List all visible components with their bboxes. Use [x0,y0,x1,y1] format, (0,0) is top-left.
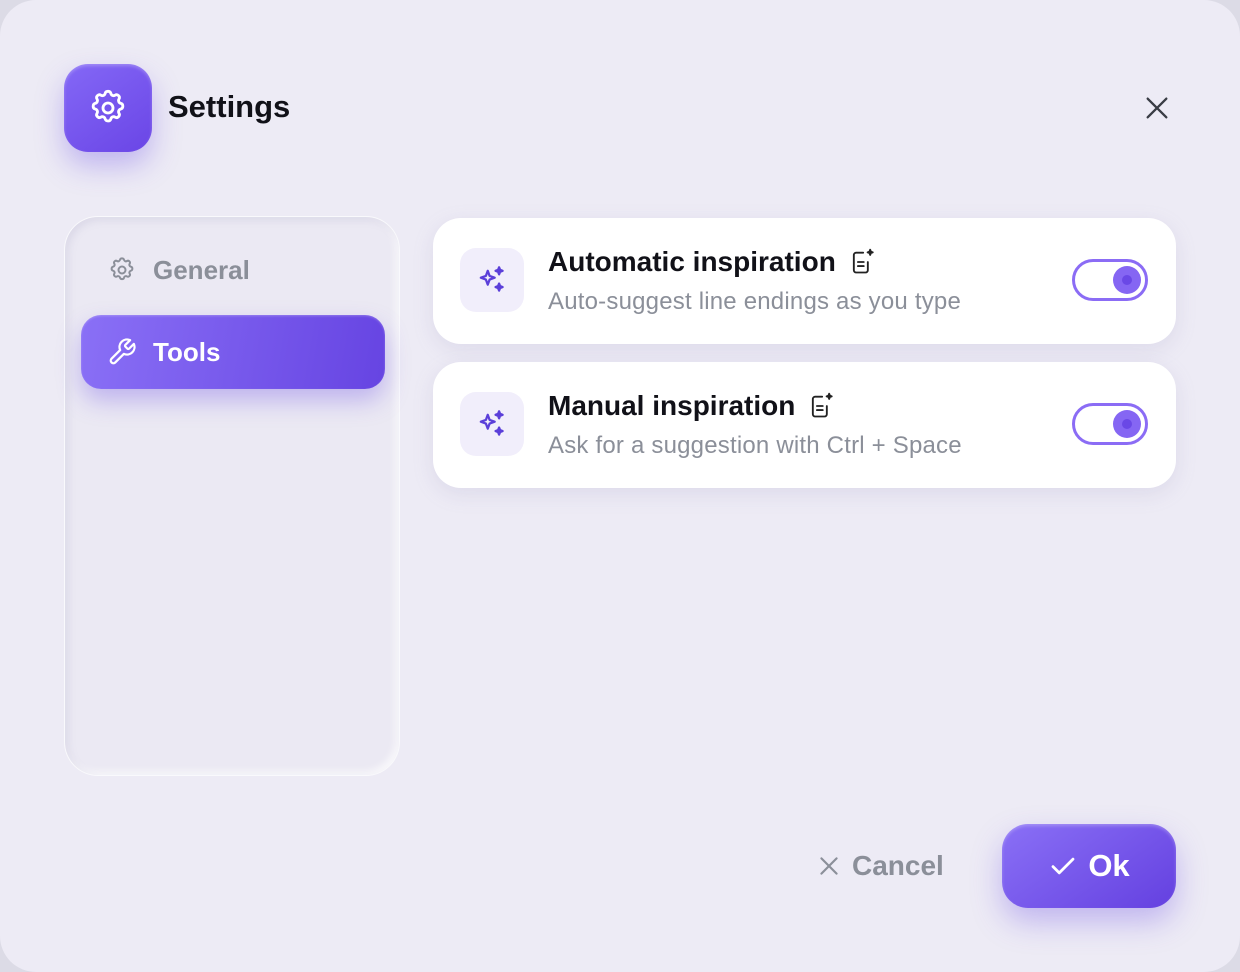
toggle-knob [1113,266,1141,294]
setting-card-manual-inspiration: Manual inspiration Ask for a suggestion … [433,362,1176,488]
manual-inspiration-toggle[interactable] [1072,403,1148,445]
ok-label: Ok [1088,848,1130,883]
close-icon [1146,97,1168,119]
setting-card-automatic-inspiration: Automatic inspiration Auto-suggest line … [433,218,1176,344]
cancel-button[interactable]: Cancel [816,844,944,888]
sidebar-item-label: General [153,255,250,285]
sparkles-icon [460,392,524,456]
sidebar: General Tools [64,216,400,776]
checkmark-icon [1051,857,1075,875]
gear-icon [91,89,125,123]
toggle-knob [1113,410,1141,438]
ok-button[interactable]: Ok [1002,824,1176,908]
page-title: Settings [168,89,291,124]
settings-dialog: Settings General Tools Automatic inspira… [0,0,1240,972]
gear-icon [107,255,137,285]
close-button[interactable] [1136,87,1178,129]
setting-title: Automatic inspiration [548,246,836,277]
settings-app-icon [64,64,152,152]
close-icon [820,857,838,875]
cancel-label: Cancel [852,850,944,881]
sidebar-item-label: Tools [153,337,221,367]
automatic-inspiration-toggle[interactable] [1072,259,1148,301]
setting-description: Ask for a suggestion with Ctrl + Space [548,432,962,459]
document-sparkle-icon [848,248,876,276]
sidebar-item-tools[interactable]: Tools [81,315,385,389]
sparkles-icon [460,248,524,312]
setting-title: Manual inspiration [548,390,796,421]
wrench-icon [107,337,137,367]
setting-description: Auto-suggest line endings as you type [548,288,961,315]
sidebar-item-general[interactable]: General [81,233,385,307]
document-sparkle-icon [807,392,835,420]
